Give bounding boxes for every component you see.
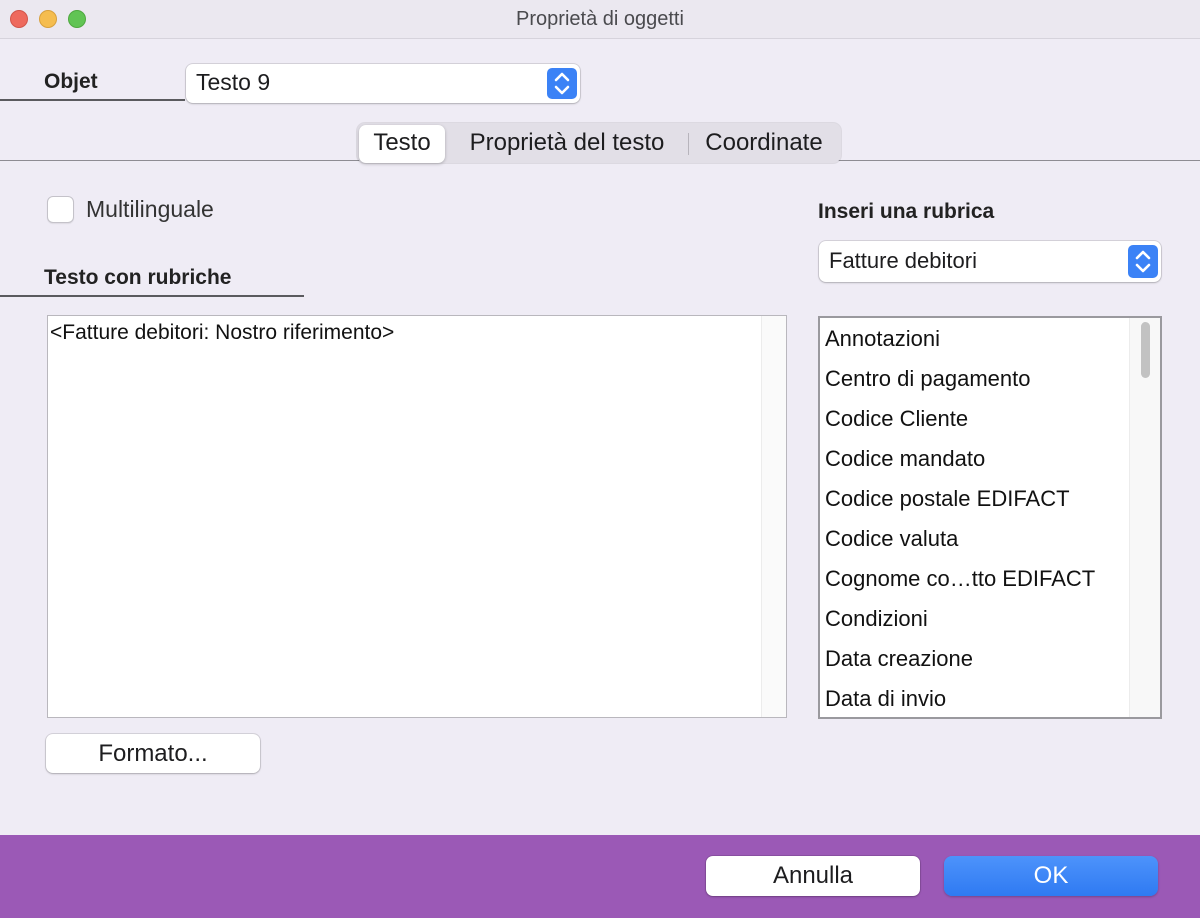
tab-testo[interactable]: Testo <box>359 125 445 163</box>
object-label: Objet <box>44 70 98 93</box>
popup-arrows-icon <box>1128 245 1158 278</box>
cancel-button[interactable]: Annulla <box>706 856 920 896</box>
list-item[interactable]: Cognome co…tto EDIFACT <box>825 566 1095 592</box>
rubric-source-popup[interactable]: Fatture debitori <box>819 241 1161 282</box>
tab-coordinate[interactable]: Coordinate <box>693 123 835 163</box>
tab-bar: Testo Proprietà del testo Coordinate <box>357 123 841 163</box>
list-item[interactable]: Codice postale EDIFACT <box>825 486 1070 512</box>
text-editor[interactable]: <Fatture debitori: Nostro riferimento> <box>47 315 787 718</box>
rubric-list-scrollbar[interactable] <box>1129 318 1160 717</box>
text-editor-content[interactable]: <Fatture debitori: Nostro riferimento> <box>50 321 394 345</box>
text-section-rule <box>0 295 304 297</box>
format-button[interactable]: Formato... <box>46 734 260 773</box>
object-popup[interactable]: Testo 9 <box>186 64 580 103</box>
insert-rubric-label: Inseri una rubrica <box>818 200 995 223</box>
list-item[interactable]: Annotazioni <box>825 326 940 352</box>
object-popup-value: Testo 9 <box>196 69 271 95</box>
popup-arrows-icon <box>547 68 577 99</box>
list-item[interactable]: Data creazione <box>825 646 973 672</box>
title-bar: Proprietà di oggetti <box>0 0 1200 39</box>
text-editor-scrollbar[interactable] <box>761 316 786 717</box>
ok-button[interactable]: OK <box>944 856 1158 896</box>
list-item[interactable]: Centro di pagamento <box>825 366 1030 392</box>
list-item[interactable]: Codice mandato <box>825 446 985 472</box>
text-section-label: Testo con rubriche <box>44 266 232 289</box>
list-item[interactable]: Codice valuta <box>825 526 958 552</box>
tab-proprieta-testo[interactable]: Proprietà del testo <box>451 123 683 163</box>
rubric-list[interactable]: Annotazioni Centro di pagamento Codice C… <box>818 316 1162 719</box>
rubric-source-value: Fatture debitori <box>829 248 977 273</box>
object-label-rule <box>0 99 185 101</box>
list-item[interactable]: Condizioni <box>825 606 928 632</box>
multilingual-checkbox[interactable] <box>47 196 74 223</box>
tab-separator <box>688 133 689 155</box>
scrollbar-thumb[interactable] <box>1141 322 1150 378</box>
list-item[interactable]: Codice Cliente <box>825 406 968 432</box>
multilingual-label[interactable]: Multilinguale <box>86 196 214 223</box>
window-title: Proprietà di oggetti <box>516 8 684 30</box>
list-item[interactable]: Data di invio <box>825 686 946 712</box>
